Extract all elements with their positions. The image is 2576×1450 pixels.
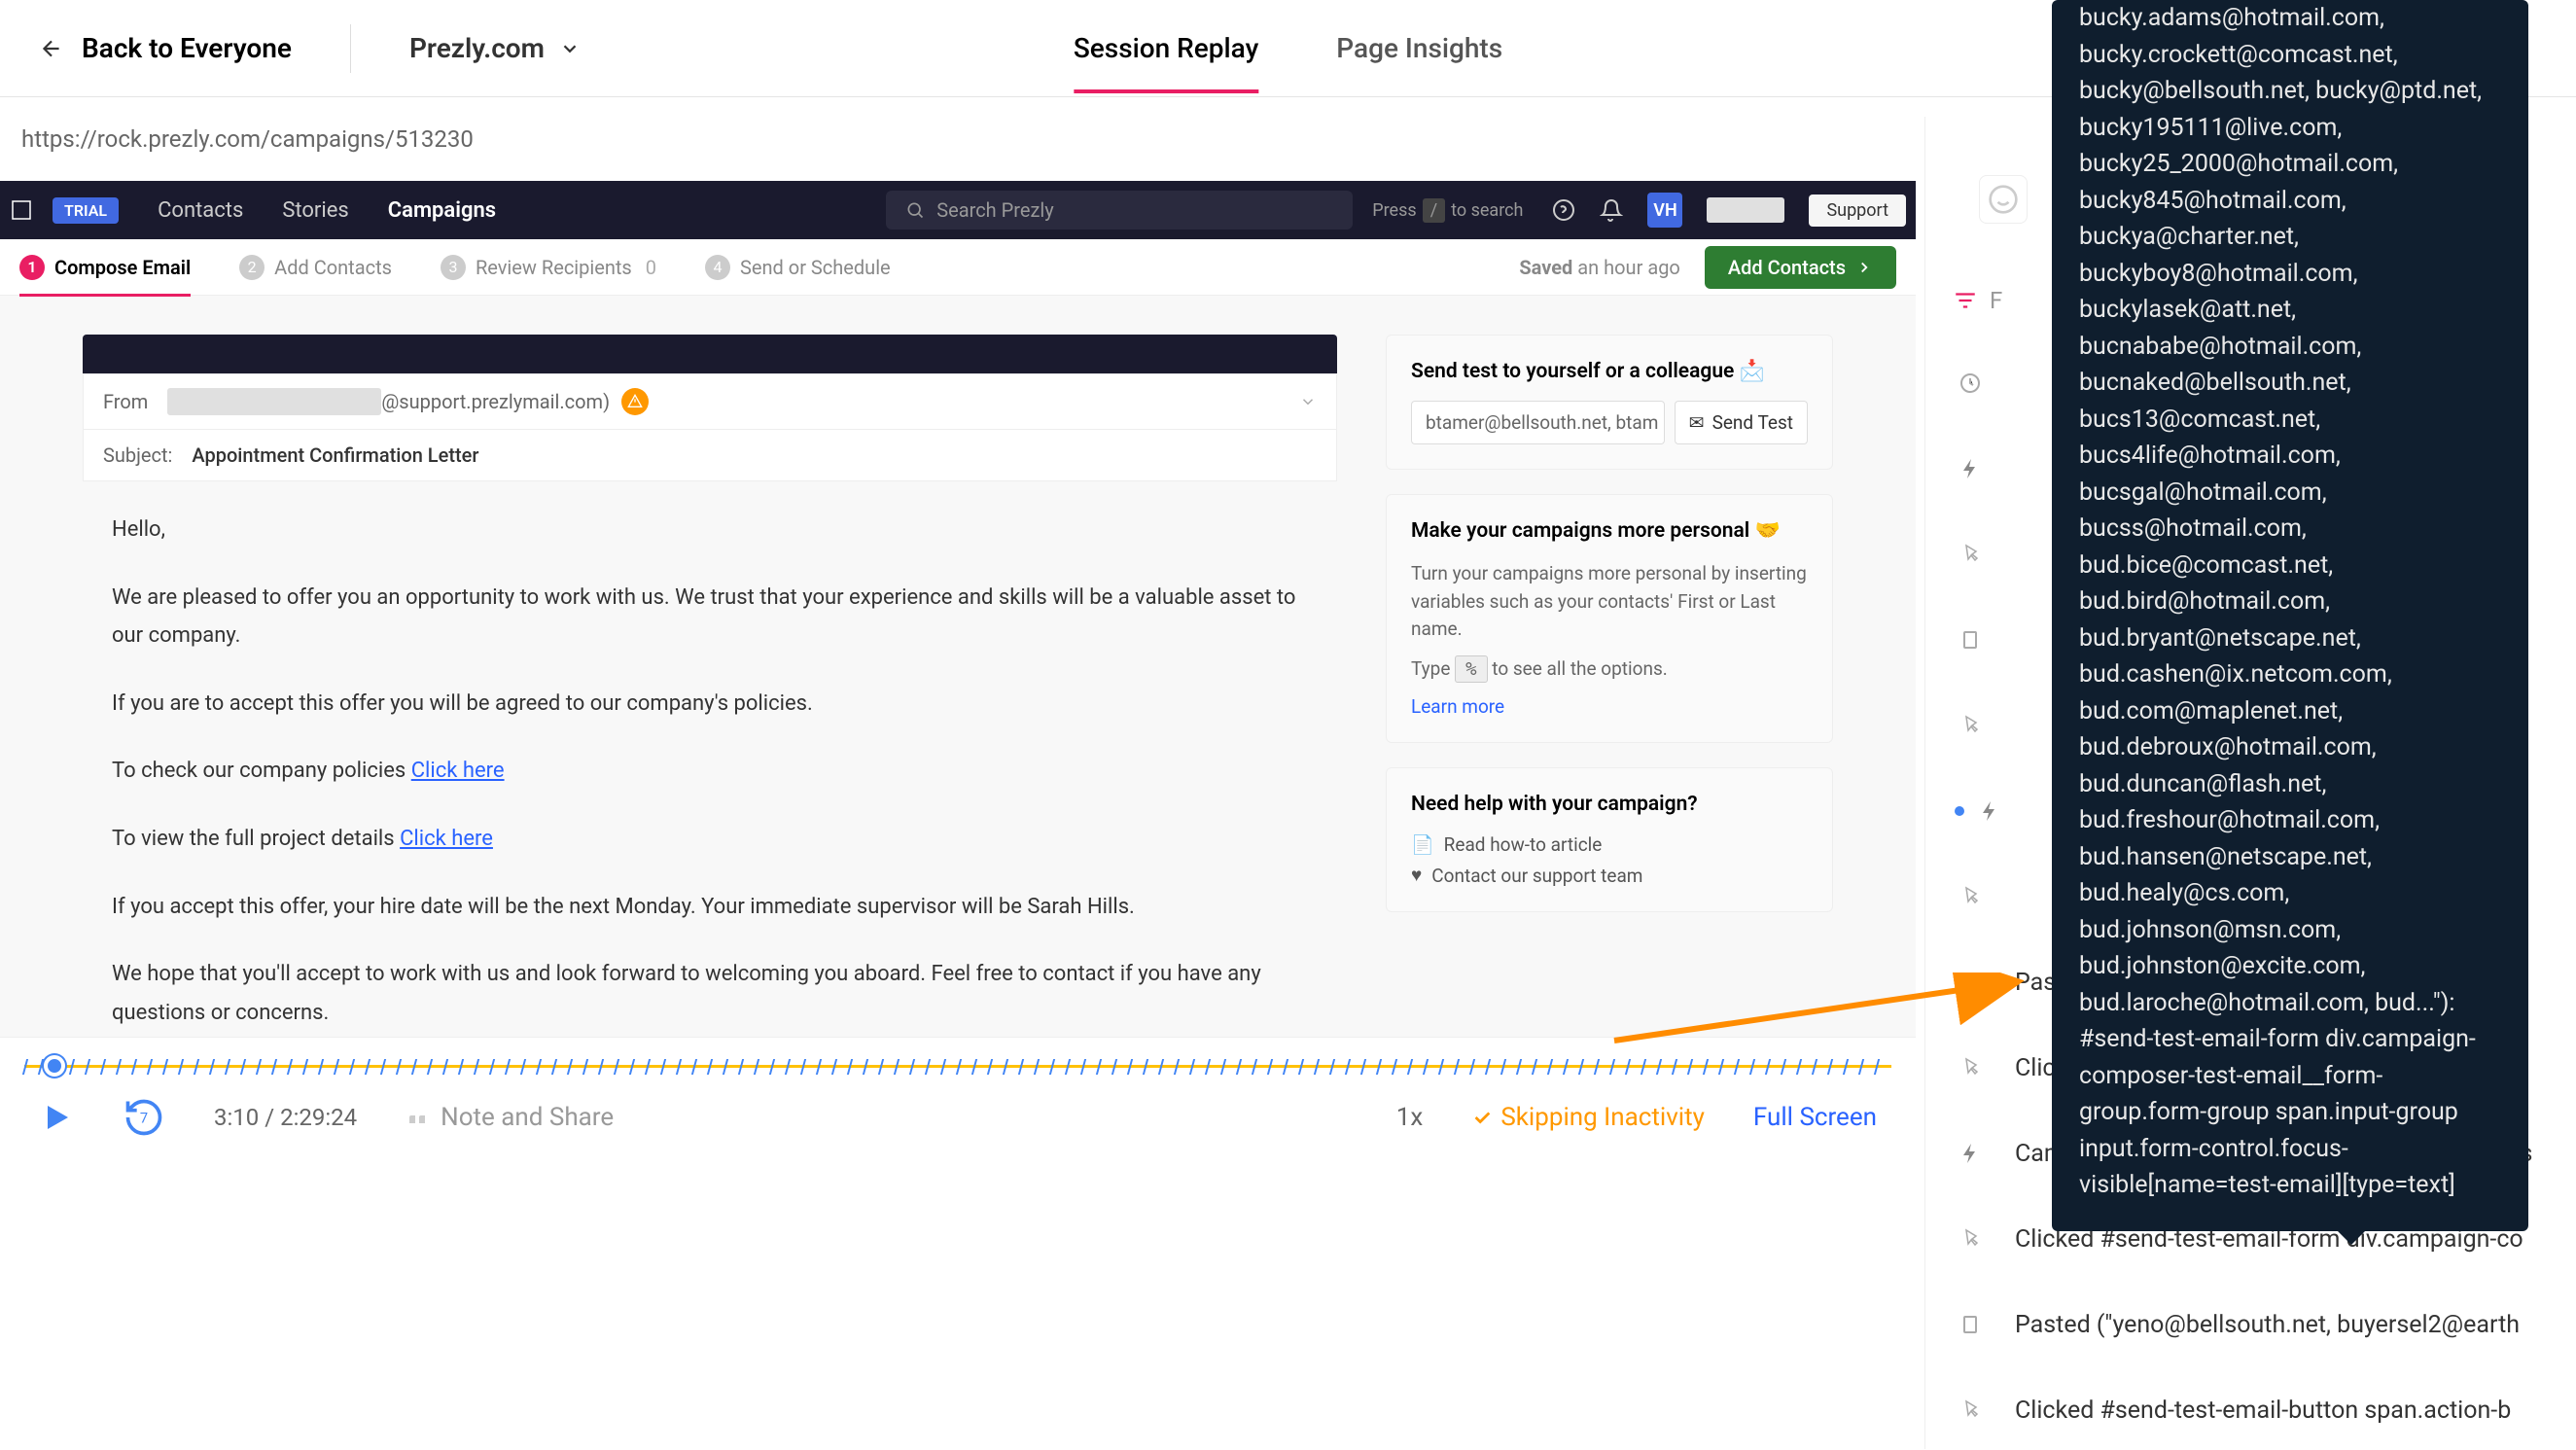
event-row[interactable]: Clicked #send-test-email-button span.act… [1955, 1367, 2547, 1449]
chevron-right-icon [1855, 259, 1873, 276]
url-display: https://rock.prezly.com/campaigns/513230 [21, 125, 474, 153]
send-test-button[interactable]: ✉ Send Test [1675, 401, 1808, 444]
clipboard-icon [1955, 1309, 1986, 1340]
bolt-icon [1955, 1138, 1986, 1169]
howto-link[interactable]: 📄Read how-to article [1411, 833, 1808, 856]
nav-campaigns[interactable]: Campaigns [388, 198, 496, 223]
pointer-icon [1955, 539, 1986, 570]
play-button[interactable] [39, 1100, 74, 1135]
filter-icon [1953, 288, 1978, 313]
event-tooltip: bucky.adams@hotmail.com, bucky.crockett@… [2052, 0, 2528, 1231]
rewind-button[interactable]: 7 [123, 1096, 165, 1139]
subject-field[interactable]: Subject: Appointment Confirmation Letter [84, 430, 1336, 480]
chevron-down-icon [559, 38, 581, 59]
tab-session-replay[interactable]: Session Replay [1074, 3, 1258, 93]
saved-indicator: Saved an hour ago [1519, 256, 1680, 279]
filter-button[interactable]: F [1953, 287, 2002, 314]
clipboard-icon [1955, 624, 1986, 655]
support-button[interactable]: Support [1809, 195, 1906, 227]
project-details-link[interactable]: Click here [400, 827, 493, 851]
step-send-schedule[interactable]: 4Send or Schedule [705, 255, 891, 280]
send-test-title: Send test to yourself or a colleague 📩 [1411, 360, 1808, 383]
test-email-input[interactable]: btamer@bellsouth.net, btam [1411, 401, 1665, 444]
playback-speed[interactable]: 1x [1396, 1103, 1424, 1132]
bolt-icon [1974, 796, 2005, 827]
time-display: 3:10 / 2:29:24 [214, 1104, 357, 1131]
from-field[interactable]: From @support.prezlymail.com) [84, 374, 1336, 430]
tab-page-insights[interactable]: Page Insights [1336, 3, 1502, 93]
send-test-panel: Send test to yourself or a colleague 📩 b… [1386, 335, 1833, 470]
check-icon [1471, 1107, 1493, 1128]
timeline[interactable] [24, 1047, 1891, 1086]
fullscreen-button[interactable]: Full Screen [1753, 1103, 1877, 1132]
redacted-from [167, 388, 381, 415]
bolt-icon [1955, 453, 1986, 484]
pointer-icon [1955, 1223, 1986, 1255]
arrow-left-icon [39, 36, 64, 61]
chevron-down-icon [1299, 393, 1317, 410]
active-dot [1955, 806, 1964, 816]
envelope-icon: ✉ [1689, 411, 1705, 434]
heart-icon: ♥ [1411, 864, 1422, 887]
help-panel: Need help with your campaign? 📄Read how-… [1386, 767, 1833, 912]
email-window-bar [83, 335, 1337, 373]
back-to-everyone[interactable]: Back to Everyone [39, 32, 292, 64]
personalize-panel: Make your campaigns more personal 🤝 Turn… [1386, 494, 1833, 743]
support-link[interactable]: ♥Contact our support team [1411, 864, 1808, 887]
search-hint: Press / to search [1372, 198, 1523, 223]
help-title: Need help with your campaign? [1411, 793, 1808, 816]
reaction-button[interactable] [1979, 175, 2028, 224]
search-icon [905, 200, 925, 220]
doc-icon: 📄 [1411, 833, 1434, 856]
policies-link[interactable]: Click here [411, 759, 505, 783]
svg-text:7: 7 [140, 1110, 148, 1127]
smile-icon [1988, 184, 2019, 215]
domain-selector[interactable]: Prezly.com [409, 32, 581, 64]
step-review-recipients[interactable]: 3Review Recipients0 [441, 255, 656, 280]
step-add-contacts[interactable]: 2Add Contacts [239, 255, 392, 280]
back-label: Back to Everyone [82, 32, 292, 64]
add-contacts-button[interactable]: Add Contacts [1705, 246, 1896, 289]
clock-icon [1955, 368, 1986, 399]
step-compose-email[interactable]: 1Compose Email [19, 255, 191, 297]
note-and-share[interactable]: Note and Share [406, 1103, 614, 1132]
pointer-icon [1955, 881, 1986, 912]
user-avatar[interactable]: VH [1647, 193, 1682, 228]
domain-label: Prezly.com [409, 32, 545, 64]
warning-icon [621, 388, 649, 415]
personalize-title: Make your campaigns more personal 🤝 [1411, 519, 1808, 543]
quote-icon [406, 1106, 429, 1129]
pointer-icon [1955, 1395, 1986, 1426]
bell-icon[interactable] [1600, 198, 1623, 222]
pointer-icon [1955, 1052, 1986, 1083]
search-placeholder: Search Prezly [936, 198, 1053, 222]
divider [350, 24, 351, 73]
nav-stories[interactable]: Stories [282, 198, 348, 223]
app-logo-icon [10, 198, 33, 222]
playhead[interactable] [44, 1055, 65, 1077]
chevron-down-icon [1955, 967, 1986, 998]
learn-more-link[interactable]: Learn more [1411, 695, 1504, 718]
event-row[interactable]: Pasted ("yeno@bellsouth.net, buyersel2@e… [1955, 1282, 2547, 1367]
redacted-name [1707, 197, 1784, 223]
search-input[interactable]: Search Prezly [886, 191, 1353, 230]
skip-inactivity[interactable]: Skipping Inactivity [1471, 1103, 1705, 1132]
nav-contacts[interactable]: Contacts [158, 198, 243, 223]
trial-badge: TRIAL [53, 197, 119, 224]
pointer-icon [1955, 710, 1986, 741]
help-icon[interactable] [1552, 198, 1575, 222]
